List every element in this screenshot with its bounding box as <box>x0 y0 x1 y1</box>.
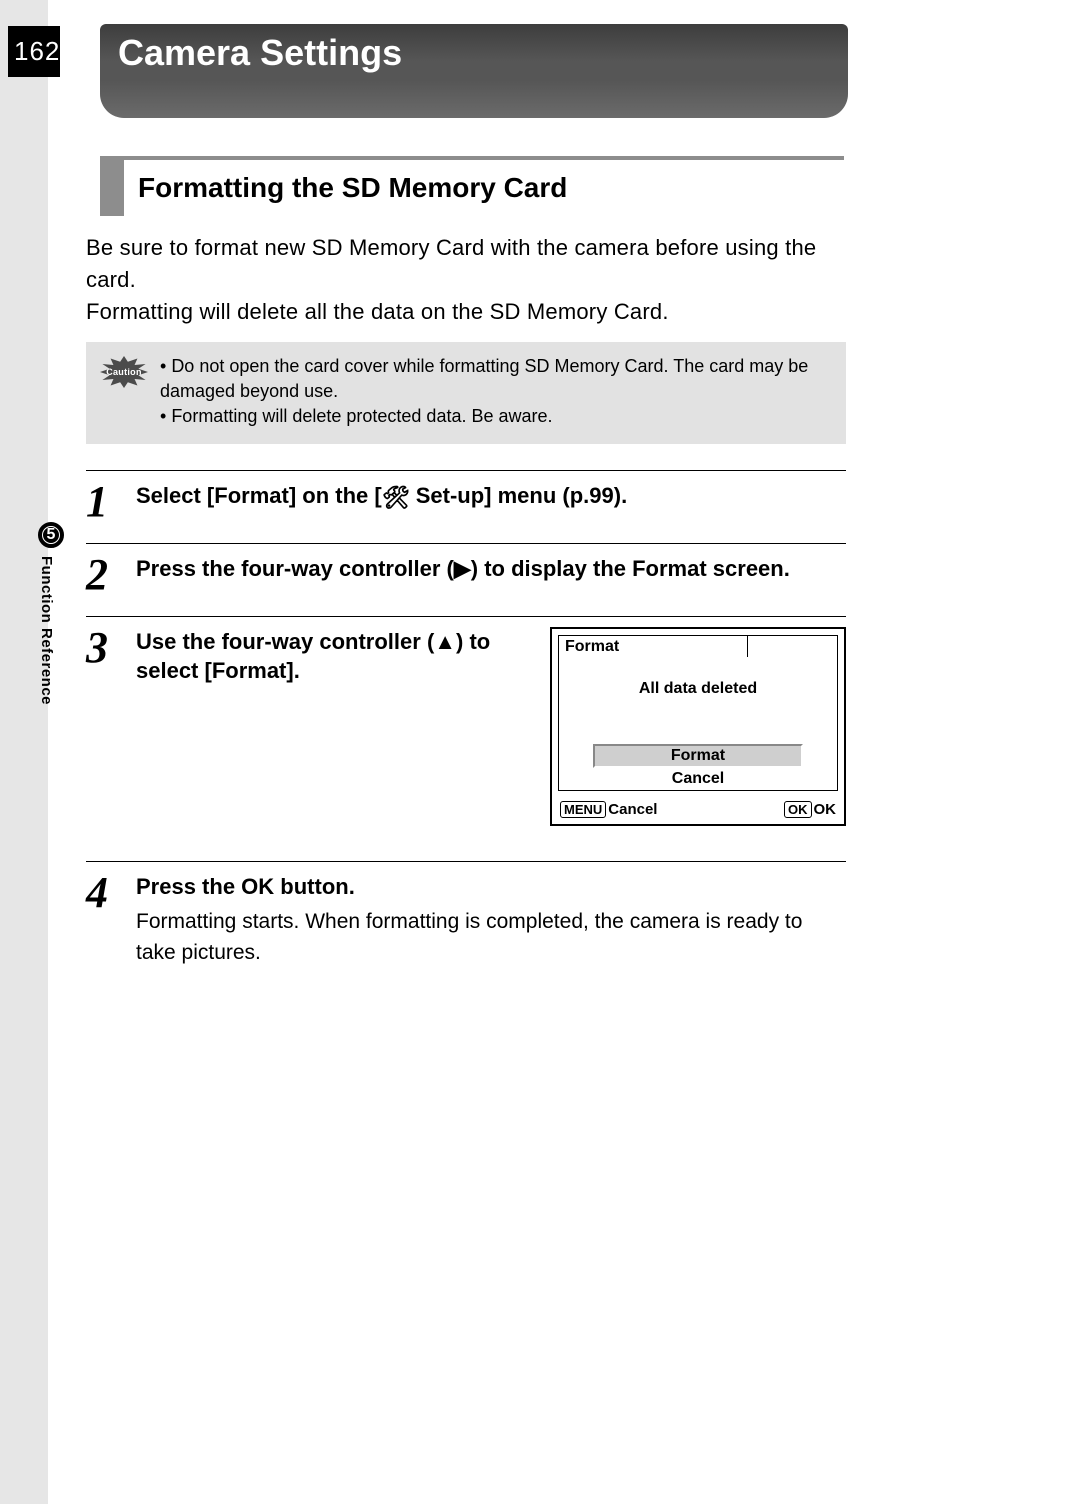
step: 2 Press the four-way controller (▶) to d… <box>86 543 846 616</box>
lcd-footer-left: MENUCancel <box>560 801 657 819</box>
lcd-tab: Format <box>558 635 748 657</box>
step: 4 Press the OK button. Formatting starts… <box>86 861 846 989</box>
caution-item: Formatting will delete protected data. B… <box>160 404 832 429</box>
side-tab-label: Function Reference <box>38 556 55 705</box>
setup-icon: 🛠 <box>382 483 410 513</box>
lcd-message: All data deleted <box>559 680 837 698</box>
step-title-text: Press the <box>136 874 241 899</box>
section-accent <box>100 160 124 216</box>
lcd-option-selected: Format <box>593 744 803 768</box>
caution-box: Caution Do not open the card cover while… <box>86 342 846 444</box>
chapter-title-bar: Camera Settings <box>100 24 848 118</box>
step-number: 2 <box>86 554 118 596</box>
step-title: Use the four-way controller (▲) to selec… <box>136 627 528 686</box>
step-title: Press the four-way controller (▶) to dis… <box>136 554 846 584</box>
section-title: Formatting the SD Memory Card <box>124 160 567 216</box>
lcd-footer-right: OKOK <box>784 801 836 819</box>
intro-text: Be sure to format new SD Memory Card wit… <box>86 232 846 328</box>
lcd-screen-mockup: Format All data deleted Format Cancel ME… <box>550 627 846 827</box>
step-number: 3 <box>86 627 118 833</box>
step-title-text: Set-up] menu (p.99). <box>410 483 628 508</box>
intro-line-1: Be sure to format new SD Memory Card wit… <box>86 232 846 296</box>
step-number: 4 <box>86 872 118 969</box>
page-number: 162 <box>8 26 60 77</box>
lcd-footer: MENUCancel OKOK <box>552 797 844 825</box>
step-description: Formatting starts. When formatting is co… <box>136 907 846 968</box>
lcd-footer-left-label: Cancel <box>608 801 657 818</box>
caution-icon: Caution <box>100 356 148 388</box>
side-tab: 5 Function Reference <box>38 522 66 705</box>
step-number: 1 <box>86 481 118 523</box>
caution-item: Do not open the card cover while formatt… <box>160 354 832 404</box>
menu-key-icon: MENU <box>560 801 606 819</box>
section-heading: Formatting the SD Memory Card <box>100 156 844 216</box>
ok-button-label: OK <box>241 874 274 899</box>
intro-line-2: Formatting will delete all the data on t… <box>86 296 846 328</box>
page-left-margin <box>0 0 48 1504</box>
chapter-title: Camera Settings <box>118 32 402 74</box>
caution-label: Caution <box>106 367 142 377</box>
side-tab-number: 5 <box>38 522 64 548</box>
step-title-text: Select [Format] on the [ <box>136 483 382 508</box>
lcd-option-other: Cancel <box>559 770 837 788</box>
step: 1 Select [Format] on the [🛠 Set-up] menu… <box>86 470 846 543</box>
lcd-footer-right-label: OK <box>814 801 837 818</box>
step-title: Select [Format] on the [🛠 Set-up] menu (… <box>136 481 846 511</box>
step-title: Press the OK button. <box>136 872 846 902</box>
step: 3 Use the four-way controller (▲) to sel… <box>86 616 846 861</box>
ok-key-icon: OK <box>784 801 812 819</box>
caution-list: Do not open the card cover while formatt… <box>160 354 832 430</box>
steps-list: 1 Select [Format] on the [🛠 Set-up] menu… <box>86 470 846 988</box>
step-title-text: button. <box>274 874 355 899</box>
